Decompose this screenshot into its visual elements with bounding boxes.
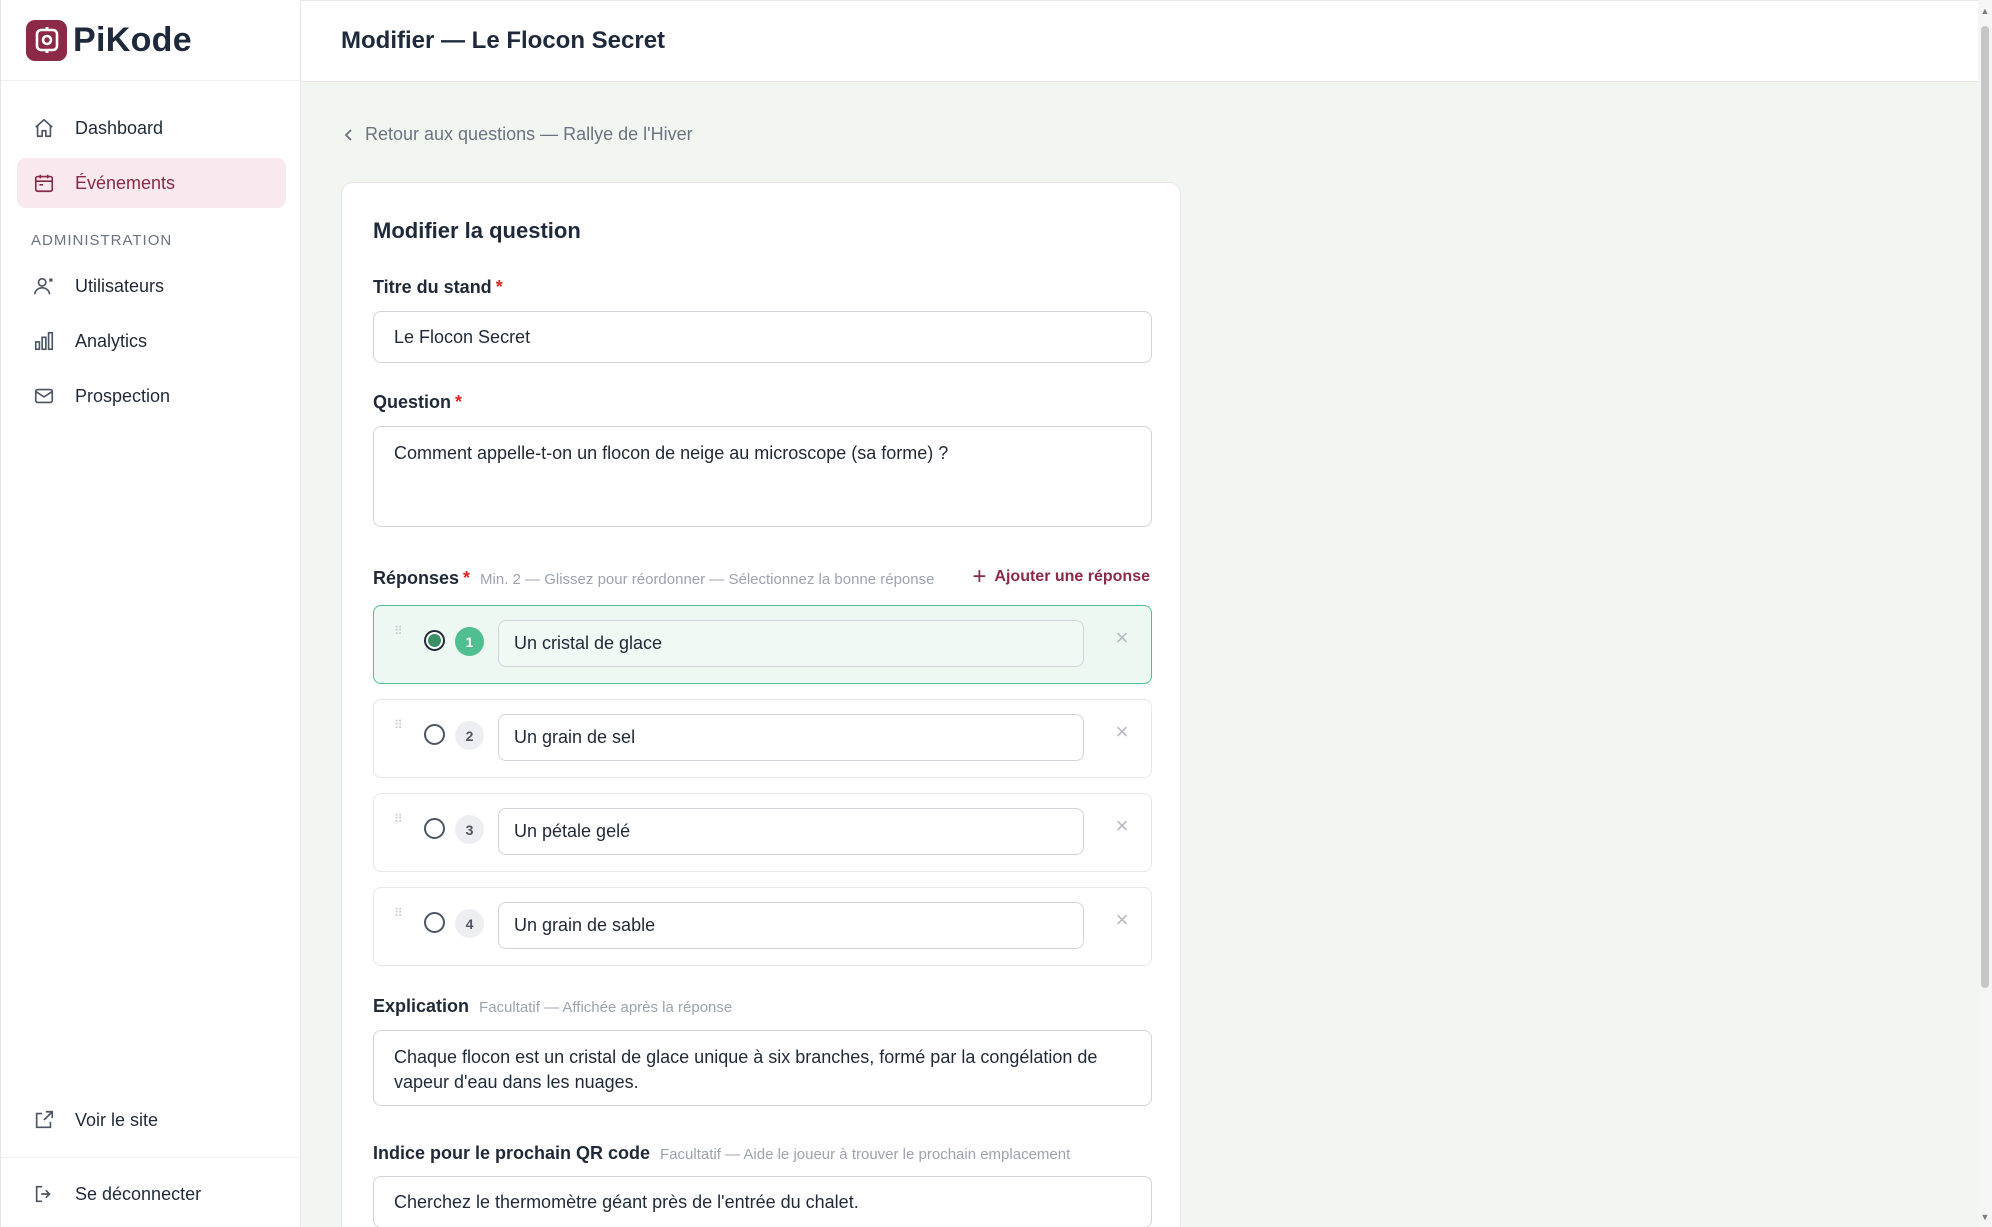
view-site-label: Voir le site xyxy=(75,1109,159,1130)
sidebar-item-label: Utilisateurs xyxy=(75,275,165,296)
main-content: Retour aux questions — Rallye de l'Hiver… xyxy=(301,82,1978,1227)
main-nav: Dashboard Événements ADMINISTRATION Util… xyxy=(17,103,286,421)
answer-input[interactable]: Un grain de sable xyxy=(498,902,1084,949)
stand-title-input[interactable]: Le Flocon Secret xyxy=(373,311,1152,363)
explanation-textarea[interactable]: Chaque flocon est un cristal de glace un… xyxy=(373,1030,1152,1106)
correct-answer-radio[interactable] xyxy=(424,630,445,651)
logout-label: Se déconnecter xyxy=(75,1183,202,1204)
chevron-left-icon xyxy=(344,128,352,141)
answer-input[interactable]: Un grain de sel xyxy=(498,714,1084,761)
back-link-label: Retour aux questions — Rallye de l'Hiver xyxy=(365,124,693,144)
plus-icon: + xyxy=(972,563,987,590)
sidebar-item-analytics[interactable]: Analytics xyxy=(17,316,286,366)
pikode-logo-icon xyxy=(26,19,67,61)
drag-handle-icon[interactable]: ⠿ xyxy=(394,625,404,637)
drag-handle-icon[interactable]: ⠿ xyxy=(394,813,404,825)
home-icon xyxy=(31,115,57,141)
top-bar: Modifier — Le Flocon Secret xyxy=(301,0,1992,82)
scroll-up-icon[interactable]: ▲ xyxy=(1980,6,1990,16)
next-hint-label-text: Indice pour le prochain QR code xyxy=(373,1143,651,1163)
correct-answer-radio[interactable] xyxy=(424,912,445,933)
scroll-thumb[interactable] xyxy=(1981,26,1989,988)
answer-number-badge: 4 xyxy=(455,909,484,938)
required-marker: * xyxy=(495,277,503,297)
remove-answer-icon[interactable]: × xyxy=(1110,626,1134,650)
answer-input[interactable]: Un pétale gelé xyxy=(498,808,1084,855)
remove-answer-icon[interactable]: × xyxy=(1110,720,1134,744)
card-title: Modifier la question xyxy=(373,218,581,243)
scroll-down-icon[interactable]: ▼ xyxy=(1980,1212,1990,1222)
required-marker: * xyxy=(455,392,463,412)
question-label: Question * xyxy=(373,392,462,413)
answer-row: ⠿ 2 Un grain de sel × xyxy=(373,699,1152,778)
logo[interactable]: PiKode xyxy=(1,0,300,81)
bar-chart-icon xyxy=(31,328,57,354)
explanation-label: Explication Facultatif — Affichée après l… xyxy=(373,996,732,1017)
next-hint-hint: Facultatif — Aide le joueur à trouver le… xyxy=(660,1146,1071,1163)
logout-icon xyxy=(31,1181,57,1207)
drag-handle-icon[interactable]: ⠿ xyxy=(394,719,404,731)
explanation-label-text: Explication xyxy=(373,996,470,1016)
back-link[interactable]: Retour aux questions — Rallye de l'Hiver xyxy=(343,124,693,145)
stand-title-label: Titre du stand * xyxy=(373,277,503,298)
stand-title-label-text: Titre du stand xyxy=(373,277,492,297)
sidebar-footer: Voir le site Se déconnecter xyxy=(1,1095,301,1219)
remove-answer-icon[interactable]: × xyxy=(1110,908,1134,932)
explanation-hint: Facultatif — Affichée après la réponse xyxy=(479,999,733,1016)
sidebar-item-prospection[interactable]: Prospection xyxy=(17,371,286,421)
next-hint-label: Indice pour le prochain QR code Facultati… xyxy=(373,1143,1070,1164)
add-answer-button[interactable]: + Ajouter une réponse xyxy=(972,563,1150,590)
add-answer-label: Ajouter une réponse xyxy=(994,568,1150,585)
mail-icon xyxy=(31,383,57,409)
answer-row: ⠿ 3 Un pétale gelé × xyxy=(373,793,1152,872)
calendar-icon xyxy=(31,170,57,196)
edit-question-card: Modifier la question Titre du stand * Le … xyxy=(341,182,1181,1227)
correct-answer-radio[interactable] xyxy=(424,724,445,745)
answer-input[interactable]: Un cristal de glace xyxy=(498,620,1084,667)
sidebar-item-label: Analytics xyxy=(75,330,148,351)
question-textarea[interactable]: Comment appelle-t-on un flocon de neige … xyxy=(373,426,1152,527)
answer-number-badge: 3 xyxy=(455,815,484,844)
view-site-link[interactable]: Voir le site xyxy=(17,1095,286,1145)
drag-handle-icon[interactable]: ⠿ xyxy=(394,907,404,919)
answers-hint: Min. 2 — Glissez pour réordonner — Sélec… xyxy=(480,571,935,588)
sidebar-item-label: Dashboard xyxy=(75,117,164,138)
sidebar-item-dashboard[interactable]: Dashboard xyxy=(17,103,286,153)
external-link-icon xyxy=(31,1107,57,1133)
question-label-text: Question xyxy=(373,392,452,412)
remove-answer-icon[interactable]: × xyxy=(1110,814,1134,838)
page-title: Modifier — Le Flocon Secret xyxy=(341,27,666,54)
correct-answer-radio[interactable] xyxy=(424,818,445,839)
sidebar-item-label: Événements xyxy=(75,172,176,193)
answers-label-text: Réponses xyxy=(373,568,460,588)
answer-number-badge: 2 xyxy=(455,721,484,750)
sidebar-item-label: Prospection xyxy=(75,385,171,406)
sidebar: PiKode Dashboard Événements ADMINISTRATI… xyxy=(0,0,301,1227)
users-icon xyxy=(31,273,57,299)
sidebar-item-utilisateurs[interactable]: Utilisateurs xyxy=(17,261,286,311)
nav-section-administration: ADMINISTRATION xyxy=(31,231,173,249)
required-marker: * xyxy=(463,568,471,588)
answers-label: Réponses * Min. 2 — Glissez pour réordonne… xyxy=(373,568,934,589)
answer-row: ⠿ 4 Un grain de sable × xyxy=(373,887,1152,966)
answer-number-badge: 1 xyxy=(455,627,484,656)
app-name: PiKode xyxy=(73,20,192,59)
logout-button[interactable]: Se déconnecter xyxy=(17,1169,286,1219)
next-hint-input[interactable]: Cherchez le thermomètre géant près de l'… xyxy=(373,1176,1152,1227)
scrollbar[interactable]: ▲ ▼ xyxy=(1978,0,1992,1227)
sidebar-item-evenements[interactable]: Événements xyxy=(17,158,286,208)
answer-row: ⠿ 1 Un cristal de glace × xyxy=(373,605,1152,684)
divider xyxy=(1,1157,301,1158)
